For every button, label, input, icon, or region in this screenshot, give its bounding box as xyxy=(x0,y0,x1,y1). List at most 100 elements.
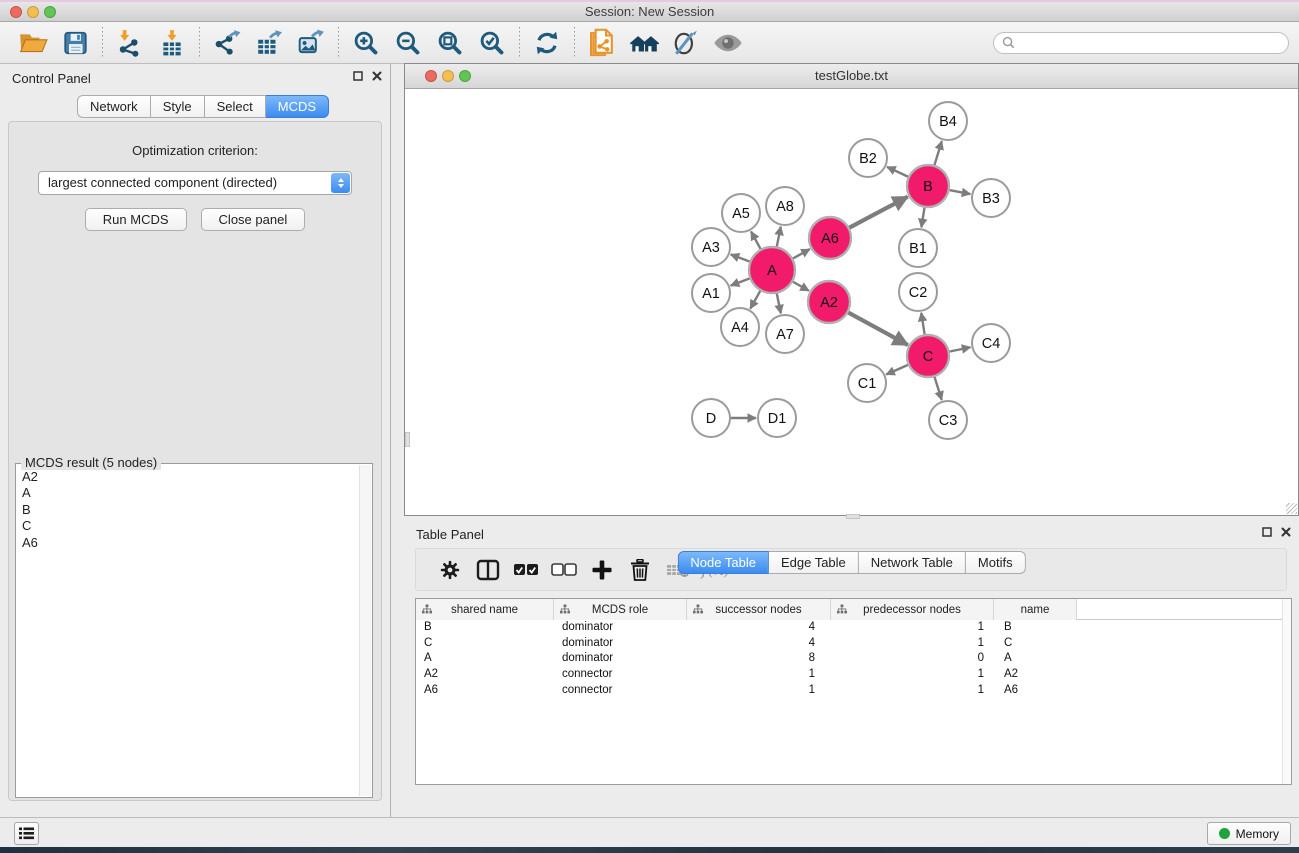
select-all-button[interactable] xyxy=(507,552,545,588)
graph-node-label: C3 xyxy=(939,413,958,429)
graph-node[interactable]: B4 xyxy=(929,102,967,140)
float-panel-icon[interactable] xyxy=(1262,527,1272,537)
delete-row-button[interactable] xyxy=(621,552,659,588)
tab-network[interactable]: Network xyxy=(77,95,151,118)
tab-edge-table[interactable]: Edge Table xyxy=(769,551,859,574)
graph-node[interactable]: C2 xyxy=(899,273,937,311)
graph-node[interactable]: B xyxy=(907,165,949,207)
memory-button[interactable]: Memory xyxy=(1207,822,1291,845)
export-network-button[interactable] xyxy=(206,25,248,61)
graph-node[interactable]: C xyxy=(907,335,949,377)
close-panel-icon[interactable] xyxy=(1281,527,1291,537)
horizontal-scrollbar-thumb[interactable] xyxy=(846,514,860,519)
graph-node[interactable]: C4 xyxy=(972,324,1010,362)
close-network-window-button[interactable] xyxy=(425,70,437,82)
zoom-network-window-button[interactable] xyxy=(459,70,471,82)
table-scrollbar[interactable] xyxy=(1282,599,1291,784)
float-panel-icon[interactable] xyxy=(353,71,363,81)
minimize-window-button[interactable] xyxy=(27,6,39,18)
home-icon xyxy=(628,30,660,56)
deselect-all-button[interactable] xyxy=(545,552,583,588)
zoom-in-button[interactable] xyxy=(345,25,387,61)
graph-node[interactable]: A1 xyxy=(692,274,730,312)
graph-node[interactable]: B1 xyxy=(899,229,937,267)
graph-edge[interactable] xyxy=(792,249,810,259)
close-panel-button[interactable]: Close panel xyxy=(201,208,306,231)
zoom-selected-button[interactable] xyxy=(471,25,513,61)
graph-node[interactable]: D xyxy=(692,399,730,437)
search-input[interactable] xyxy=(1020,36,1280,50)
graph-node[interactable]: A4 xyxy=(721,308,759,346)
network-canvas[interactable]: B4 B2 B B3 A8A5 A6 A3 B1 A C2 A1 A2 A4A7 C4 C C1 D D1 C3 xyxy=(405,89,1298,509)
result-scrollbar[interactable] xyxy=(359,465,371,796)
graph-edge[interactable] xyxy=(847,312,907,345)
tab-mcds[interactable]: MCDS xyxy=(266,95,329,118)
run-mcds-button[interactable]: Run MCDS xyxy=(85,208,187,231)
graph-node[interactable]: A7 xyxy=(766,315,804,353)
graph-edge[interactable] xyxy=(921,207,924,228)
close-window-button[interactable] xyxy=(10,6,22,18)
graph-edge[interactable] xyxy=(750,290,760,309)
import-table-button[interactable] xyxy=(151,25,193,61)
column-header[interactable]: MCDS role xyxy=(554,599,687,620)
criterion-select[interactable]: largest connected component (directed) xyxy=(38,171,352,195)
zoom-out-button[interactable] xyxy=(387,25,429,61)
refresh-view-button[interactable] xyxy=(526,25,568,61)
graph-node[interactable]: C1 xyxy=(848,364,886,402)
graph-node[interactable]: A5 xyxy=(722,194,760,232)
column-settings-button[interactable] xyxy=(431,552,469,588)
tab-select[interactable]: Select xyxy=(205,95,266,118)
graph-edge[interactable] xyxy=(949,347,971,352)
graph-node[interactable]: C3 xyxy=(929,401,967,439)
graph-edge[interactable] xyxy=(921,313,925,336)
zoom-fit-button[interactable] xyxy=(429,25,471,61)
graph-edge[interactable] xyxy=(751,231,761,249)
export-image-button[interactable] xyxy=(290,25,332,61)
graph-edge[interactable] xyxy=(886,364,909,374)
vertical-scrollbar-thumb[interactable] xyxy=(405,432,410,447)
graph-node-label: A1 xyxy=(702,286,720,302)
tab-network-table[interactable]: Network Table xyxy=(859,551,966,574)
graph-edge[interactable] xyxy=(777,293,781,314)
save-session-button[interactable] xyxy=(54,25,96,61)
graph-node[interactable]: A8 xyxy=(766,187,804,225)
graph-node[interactable]: A6 xyxy=(809,217,851,259)
graph-node[interactable]: B2 xyxy=(849,139,887,177)
task-history-button[interactable] xyxy=(14,822,39,845)
open-session-button[interactable] xyxy=(12,25,54,61)
search-field[interactable] xyxy=(993,32,1289,54)
hide-annotations-button[interactable] xyxy=(665,25,707,61)
network-from-file-button[interactable] xyxy=(581,25,623,61)
export-table-button[interactable] xyxy=(248,25,290,61)
graph-node[interactable]: A2 xyxy=(808,281,850,323)
graph-edge[interactable] xyxy=(777,227,781,248)
close-panel-icon[interactable] xyxy=(372,71,382,81)
home-layout-button[interactable] xyxy=(623,25,665,61)
graph-edge[interactable] xyxy=(887,167,909,177)
graph-edge[interactable] xyxy=(934,141,942,166)
tab-node-table[interactable]: Node Table xyxy=(677,551,769,574)
minimize-network-window-button[interactable] xyxy=(442,70,454,82)
table-cell: dominator xyxy=(554,636,687,652)
graph-edge[interactable] xyxy=(849,197,908,228)
graph-node[interactable]: D1 xyxy=(758,399,796,437)
window-resize-grip[interactable] xyxy=(1286,503,1297,514)
graph-edge[interactable] xyxy=(731,254,751,261)
tab-style[interactable]: Style xyxy=(151,95,205,118)
graph-edge[interactable] xyxy=(792,281,809,290)
mcds-result-item: A xyxy=(22,485,372,501)
graph-edge[interactable] xyxy=(731,278,751,285)
zoom-window-button[interactable] xyxy=(44,6,56,18)
graph-edge[interactable] xyxy=(934,376,941,400)
graph-edge[interactable] xyxy=(949,190,971,194)
import-network-button[interactable] xyxy=(109,25,151,61)
graph-node[interactable]: A3 xyxy=(692,228,730,266)
show-column-button[interactable] xyxy=(469,552,507,588)
graph-node[interactable]: A xyxy=(749,247,795,293)
show-graphics-details-button[interactable] xyxy=(707,25,749,61)
graph-node[interactable]: B3 xyxy=(972,179,1010,217)
add-row-button[interactable] xyxy=(583,552,621,588)
table-cell: connector xyxy=(554,667,687,683)
column-header[interactable]: shared name xyxy=(416,599,554,620)
tab-motifs[interactable]: Motifs xyxy=(966,551,1026,574)
